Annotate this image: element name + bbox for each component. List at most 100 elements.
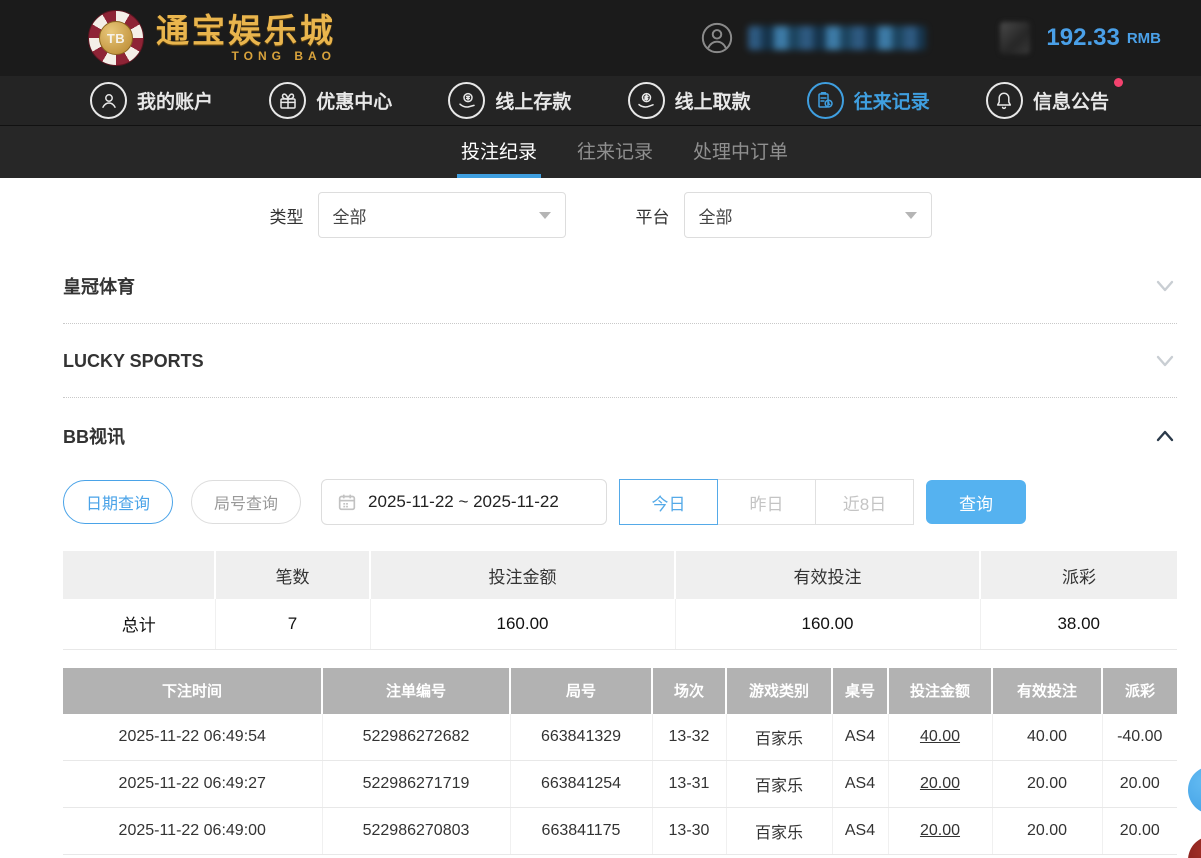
top-header: TB 通宝娱乐城 TONG BAO 192.33 RMB — [0, 0, 1201, 76]
tab-transaction-records[interactable]: 往来记录 — [575, 127, 655, 178]
round-id: 663841175 — [510, 808, 652, 855]
section-title: LUCKY SPORTS — [63, 351, 204, 372]
date-range-input[interactable]: 2025-11-22 ~ 2025-11-22 — [321, 479, 607, 525]
section-crown-sports: 皇冠体育 — [63, 248, 1177, 324]
section-lucky-sports-header[interactable]: LUCKY SPORTS — [63, 324, 1177, 397]
nav-item-deposit[interactable]: 线上存款 — [448, 82, 571, 119]
last-8-days-button[interactable]: 近8日 — [815, 479, 914, 525]
balance-currency: RMB — [1127, 30, 1161, 47]
bet-detail-table: 下注时间 注单编号 局号 场次 游戏类别 桌号 投注金额 有效投注 派彩 202… — [63, 668, 1177, 856]
yesterday-button[interactable]: 昨日 — [717, 479, 816, 525]
col-bet-time: 下注时间 — [63, 668, 322, 714]
table-no: AS4 — [832, 714, 888, 761]
bet-amount-link[interactable]: 40.00 — [888, 714, 992, 761]
summary-payout-value: 38.00 — [980, 599, 1177, 649]
order-id: 522986270803 — [322, 808, 510, 855]
today-button[interactable]: 今日 — [619, 479, 718, 525]
summary-header-empty — [63, 551, 215, 599]
platform-filter-select[interactable]: 全部 — [684, 192, 932, 238]
chevron-down-icon[interactable] — [1153, 274, 1177, 298]
floating-service-button[interactable] — [1188, 766, 1201, 814]
bet-time: 2025-11-22 06:49:27 — [63, 761, 322, 808]
logo-subtitle: TONG BAO — [232, 49, 336, 63]
section-bb-video-header[interactable]: BB视讯 — [63, 398, 1177, 473]
table-row: 2025-11-22 06:49:54 522986272682 6638413… — [63, 714, 1177, 761]
bet-amount-link[interactable]: 20.00 — [888, 761, 992, 808]
summary-valid-bet-value: 160.00 — [675, 599, 980, 649]
round-id: 663841329 — [510, 714, 652, 761]
summary-header-valid-bet: 有效投注 — [675, 551, 980, 599]
person-icon — [90, 82, 127, 119]
tab-pending-orders[interactable]: 处理中订单 — [691, 127, 790, 178]
sub-tab-bar: 投注纪录 往来记录 处理中订单 — [0, 126, 1201, 178]
summary-total-row: 总计 7 160.00 160.00 38.00 — [63, 599, 1177, 649]
type-filter-value: 全部 — [333, 203, 367, 228]
tab-betting-records[interactable]: 投注纪录 — [459, 127, 539, 178]
summary-header-payout: 派彩 — [980, 551, 1177, 599]
bet-amount-link[interactable]: 20.00 — [888, 808, 992, 855]
logo-title: 通宝娱乐城 — [156, 14, 336, 47]
summary-total-label: 总计 — [63, 599, 215, 649]
section-lucky-sports: LUCKY SPORTS — [63, 324, 1177, 398]
poker-chip-icon: TB — [88, 10, 144, 66]
platform-filter-value: 全部 — [699, 203, 733, 228]
filter-row: 类型 全部 平台 全部 — [0, 178, 1201, 248]
round-id: 663841254 — [510, 761, 652, 808]
nav-label: 线上取款 — [675, 87, 751, 114]
section-title: BB视讯 — [63, 423, 125, 449]
col-valid-bet: 有效投注 — [992, 668, 1102, 714]
logo-text: 通宝娱乐城 TONG BAO — [156, 14, 336, 63]
table-no: AS4 — [832, 761, 888, 808]
type-filter-group: 类型 全部 — [270, 192, 566, 238]
col-game-type: 游戏类别 — [726, 668, 832, 714]
col-table-no: 桌号 — [832, 668, 888, 714]
header-account-area: 192.33 RMB — [700, 21, 1161, 55]
nav-item-my-account[interactable]: 我的账户 — [90, 82, 213, 119]
main-nav: 我的账户 优惠中心 线上存款 线上取款 往来记录 — [0, 76, 1201, 126]
nav-item-promotions[interactable]: 优惠中心 — [269, 82, 392, 119]
valid-bet: 40.00 — [992, 714, 1102, 761]
date-query-button[interactable]: 日期查询 — [63, 480, 173, 524]
balance-amount[interactable]: 192.33 — [1046, 24, 1119, 52]
section-crown-sports-header[interactable]: 皇冠体育 — [63, 248, 1177, 323]
summary-bet-amount-value: 160.00 — [370, 599, 675, 649]
table-row: 2025-11-22 06:49:00 522986270803 6638411… — [63, 808, 1177, 855]
gift-icon — [269, 82, 306, 119]
nav-label: 线上存款 — [495, 87, 571, 114]
col-round-id: 局号 — [510, 668, 652, 714]
table-row: 2025-11-22 06:49:27 522986271719 6638412… — [63, 761, 1177, 808]
chevron-down-icon — [905, 212, 917, 219]
withdraw-dollar-hand-icon — [628, 82, 665, 119]
chevron-down-icon[interactable] — [1153, 349, 1177, 373]
col-payout: 派彩 — [1102, 668, 1177, 714]
coin-icon-redacted — [1000, 22, 1030, 54]
round-query-button[interactable]: 局号查询 — [191, 480, 301, 524]
search-button[interactable]: 查询 — [926, 480, 1026, 524]
bell-icon — [986, 82, 1023, 119]
date-range-value: 2025-11-22 ~ 2025-11-22 — [368, 492, 559, 512]
section-bb-video: BB视讯 — [63, 398, 1177, 473]
valid-bet: 20.00 — [992, 808, 1102, 855]
order-id: 522986272682 — [322, 714, 510, 761]
calendar-icon — [336, 491, 358, 513]
nav-label: 信息公告 — [1033, 87, 1109, 114]
nav-item-withdraw[interactable]: 线上取款 — [628, 82, 751, 119]
col-session: 场次 — [652, 668, 726, 714]
type-filter-select[interactable]: 全部 — [318, 192, 566, 238]
summary-table: 笔数 投注金额 有效投注 派彩 总计 7 160.00 160.00 38.00 — [63, 551, 1177, 650]
chevron-down-icon — [539, 212, 551, 219]
nav-label: 我的账户 — [137, 87, 213, 114]
chevron-up-icon[interactable] — [1153, 424, 1177, 448]
platform-filter-group: 平台 全部 — [636, 192, 932, 238]
type-filter-label: 类型 — [270, 203, 304, 228]
floating-promo-button[interactable] — [1188, 836, 1201, 858]
session: 13-32 — [652, 714, 726, 761]
summary-header-count: 笔数 — [215, 551, 370, 599]
table-no: AS4 — [832, 808, 888, 855]
order-id: 522986271719 — [322, 761, 510, 808]
bet-time: 2025-11-22 06:49:54 — [63, 714, 322, 761]
nav-item-transaction-records[interactable]: 往来记录 — [807, 82, 930, 119]
nav-item-announcements[interactable]: 信息公告 — [986, 82, 1109, 119]
col-bet-amount: 投注金额 — [888, 668, 992, 714]
site-logo[interactable]: TB 通宝娱乐城 TONG BAO — [88, 10, 336, 66]
